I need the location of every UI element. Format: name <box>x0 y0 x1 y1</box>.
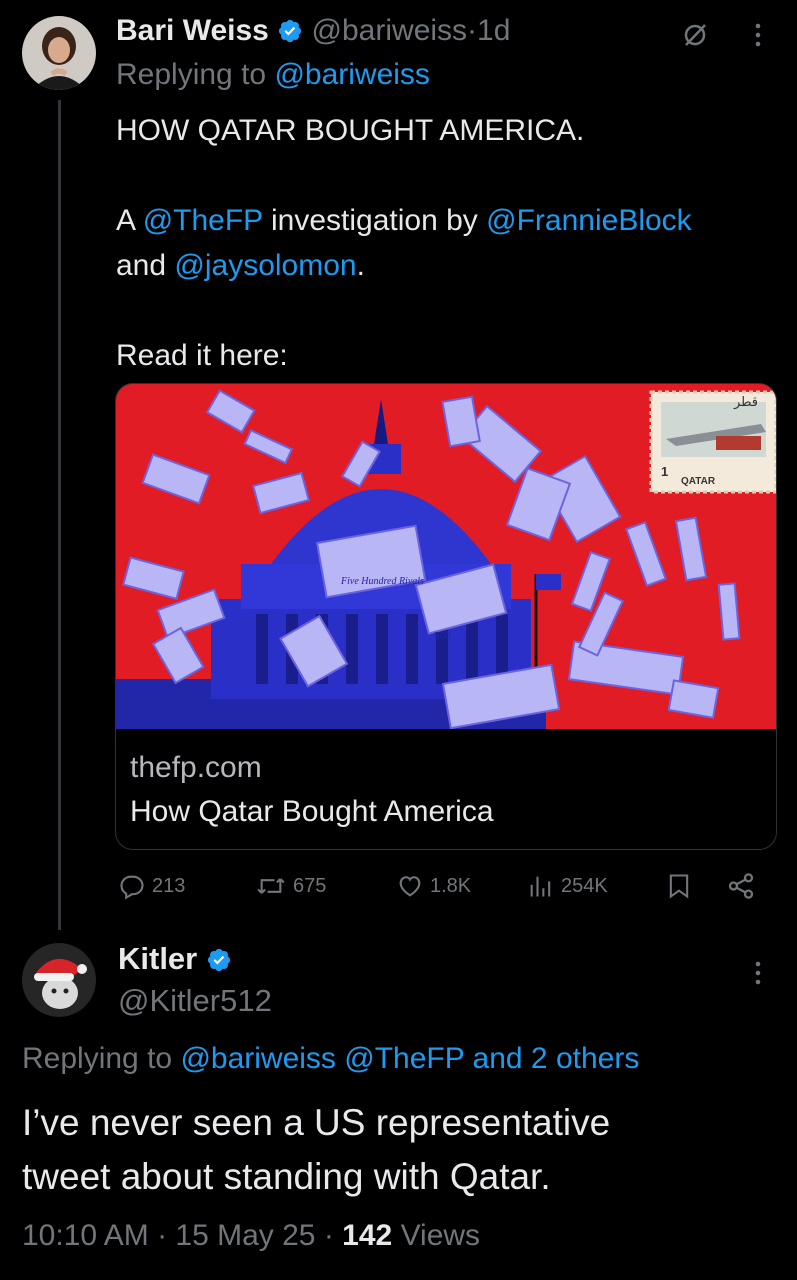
stamp-text: QATAR <box>681 476 716 487</box>
like-button[interactable]: 1.8K <box>396 872 471 900</box>
timestamp[interactable]: 10:10 AM · 15 May 25 · <box>22 1219 334 1252</box>
replying-to-line: Replying to @bariweiss @TheFP and 2 othe… <box>22 1040 639 1078</box>
tweet1-text: HOW QATAR BOUGHT AMERICA. A @TheFP inves… <box>116 108 786 378</box>
tweet-line: and @jaysolomon. <box>116 243 786 288</box>
repost-count: 675 <box>293 874 327 897</box>
repost-button[interactable]: 675 <box>255 872 326 900</box>
author-name[interactable]: Bari Weiss <box>116 14 269 47</box>
mention-thefp[interactable]: @TheFP <box>143 204 263 237</box>
card-image: Five Hundred Riyals 500 قطر 1 QATAR <box>116 384 776 729</box>
more-icon[interactable] <box>751 20 765 55</box>
link-card[interactable]: Five Hundred Riyals 500 قطر 1 QATAR thef… <box>115 383 777 850</box>
reply-count: 213 <box>152 874 186 897</box>
mute-icon[interactable] <box>680 20 710 55</box>
text-fragment: and <box>116 249 167 282</box>
share-icon[interactable] <box>726 871 756 906</box>
replying-mentions[interactable]: @bariweiss @TheFP and 2 others <box>180 1042 639 1075</box>
text-fragment: A <box>116 204 135 237</box>
replying-prefix: Replying to <box>22 1042 173 1075</box>
tweet-line: HOW QATAR BOUGHT AMERICA. <box>116 114 585 147</box>
stamp-value: 1 <box>661 464 668 479</box>
views-count: 142 <box>342 1219 393 1252</box>
more-icon[interactable] <box>751 958 765 993</box>
tweet2-meta: 10:10 AM · 15 May 25 · 142 Views <box>22 1216 480 1256</box>
mention-franneblock[interactable]: @FrannieBlock <box>486 204 692 237</box>
reply-button[interactable]: 213 <box>118 872 185 900</box>
banknote-label: Five Hundred Riyals <box>340 576 424 587</box>
tweet-line: Read it here: <box>116 339 288 372</box>
replying-to-line: Replying to @bariweiss <box>116 56 430 94</box>
card-domain: thefp.com <box>130 751 262 784</box>
tweet2-author-line: Kitler <box>118 940 232 982</box>
stamp-arabic: قطر <box>733 395 758 410</box>
author-name[interactable]: Kitler <box>118 941 197 976</box>
views-button[interactable]: 254K <box>527 872 608 900</box>
replying-mention[interactable]: @bariweiss <box>274 58 430 91</box>
bookmark-icon[interactable] <box>665 872 693 905</box>
author-handle[interactable]: @bariweiss <box>312 14 468 47</box>
tweet-line: A @TheFP investigation by @FrannieBlock <box>116 198 786 243</box>
tweet-line: tweet about standing with Qatar. <box>22 1156 551 1197</box>
tweet1-header: Bari Weiss @bariweiss·1d <box>116 12 510 54</box>
separator: · <box>467 14 478 47</box>
repost-icon <box>255 872 287 900</box>
card-title[interactable]: How Qatar Bought America <box>130 795 494 829</box>
views-count: 254K <box>561 874 608 897</box>
stamp-illustration: قطر 1 QATAR <box>649 390 776 494</box>
tweet-line: I’ve never seen a US representative <box>22 1102 611 1143</box>
verified-badge-icon <box>277 16 303 54</box>
text-fragment: investigation by <box>271 204 478 237</box>
reply-icon <box>118 872 146 900</box>
avatar-bariweiss[interactable] <box>22 16 96 90</box>
like-icon <box>396 872 424 900</box>
mention-jaysolomon[interactable]: @jaysolomon <box>174 249 356 282</box>
thread-line <box>58 100 61 930</box>
banknote-value: 500 <box>434 631 451 642</box>
avatar-kitler[interactable] <box>22 943 96 1017</box>
replying-prefix: Replying to <box>116 58 267 91</box>
like-count: 1.8K <box>430 874 472 897</box>
author-handle[interactable]: @Kitler512 <box>118 982 272 1020</box>
tweet2-text: I’ve never seen a US representative twee… <box>22 1096 610 1204</box>
verified-badge-icon <box>206 944 232 982</box>
post-time[interactable]: 1d <box>477 14 510 47</box>
text-fragment: . <box>356 249 365 282</box>
views-icon <box>527 872 555 900</box>
views-label: Views <box>400 1219 481 1252</box>
